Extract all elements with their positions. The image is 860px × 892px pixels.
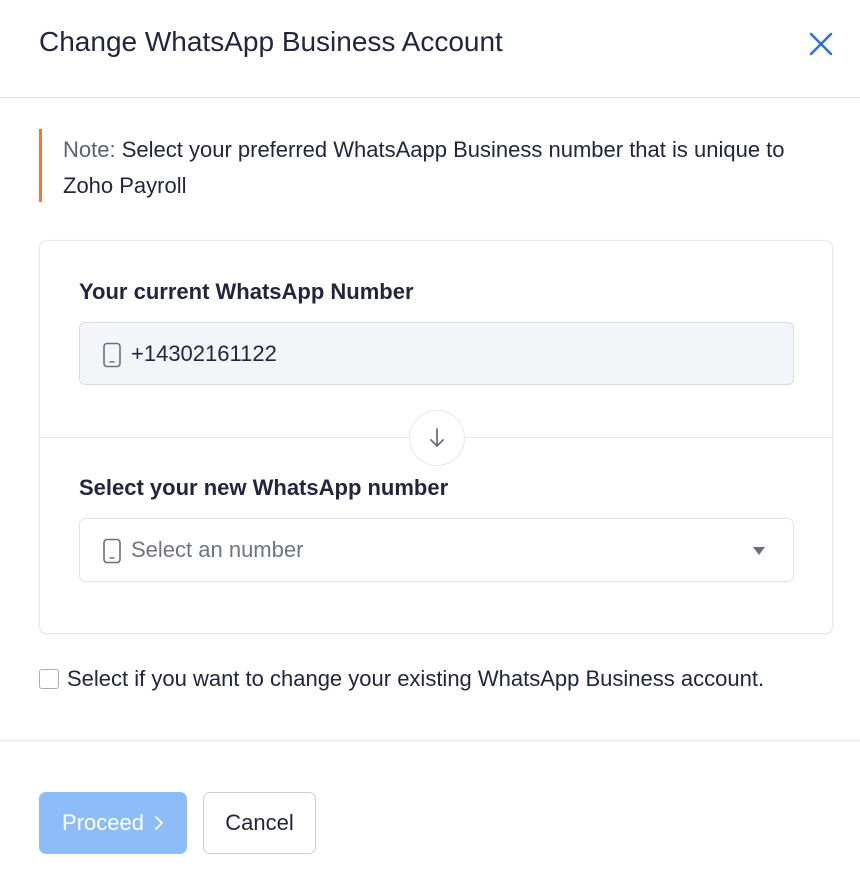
change-account-option[interactable]: Select if you want to change your existi… (39, 664, 764, 694)
cancel-label: Cancel (225, 810, 294, 835)
new-number-select[interactable]: Select an number (79, 518, 794, 582)
change-account-checkbox-label[interactable]: Select if you want to change your existi… (67, 665, 764, 693)
close-icon (809, 32, 833, 56)
footer-divider (0, 740, 860, 741)
new-number-label: Select your new WhatsApp number (79, 475, 449, 500)
current-number-field: +14302161122 (79, 322, 794, 385)
chevron-right-icon (155, 816, 163, 830)
new-number-placeholder: Select an number (131, 537, 304, 562)
dialog-title: Change WhatsApp Business Account (39, 26, 503, 57)
proceed-label: Proceed (62, 810, 144, 835)
current-number-value: +14302161122 (131, 341, 277, 366)
arrow-down-icon (430, 428, 444, 447)
phone-icon (103, 342, 121, 368)
number-card: Your current WhatsApp Number +1430216112… (39, 240, 833, 634)
current-number-label: Your current WhatsApp Number (79, 279, 414, 304)
arrow-down-indicator (409, 410, 465, 466)
caret-down-icon (753, 547, 765, 555)
change-account-checkbox[interactable] (39, 669, 59, 689)
note-prefix: Note: (63, 137, 116, 162)
phone-icon (103, 538, 121, 564)
proceed-button[interactable]: Proceed (39, 792, 187, 854)
cancel-button[interactable]: Cancel (203, 792, 316, 854)
note-text: Select your preferred WhatsAapp Business… (63, 137, 785, 198)
note-banner: Note: Select your preferred WhatsAapp Bu… (39, 129, 829, 202)
close-button[interactable] (803, 26, 839, 62)
dialog-header: Change WhatsApp Business Account (0, 0, 860, 98)
